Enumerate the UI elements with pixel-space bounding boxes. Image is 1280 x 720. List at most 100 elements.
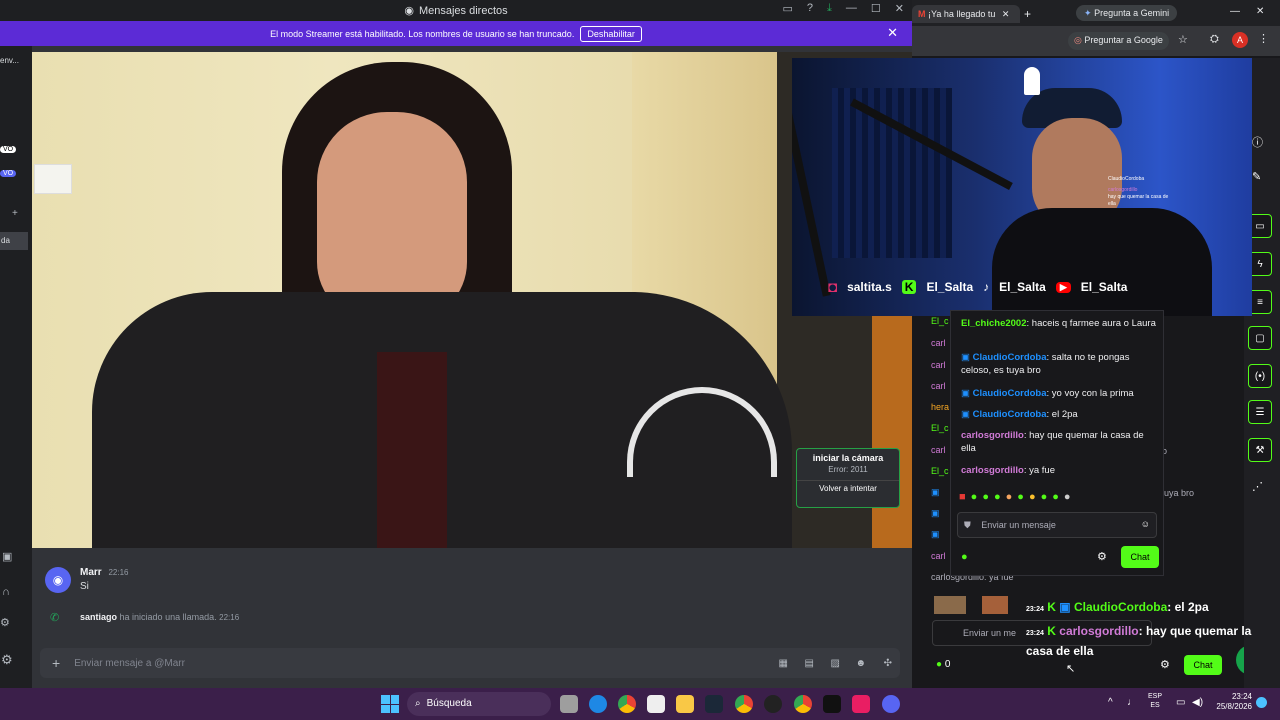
sticker-icon[interactable]: ▨ [831,658,840,669]
new-tab-button[interactable]: + [1024,7,1031,21]
chat-bubble-icon[interactable]: ▢ [1248,326,1272,350]
emote-icon[interactable]: ● [994,491,1001,507]
chat-input-placeholder[interactable]: Enviar un me [963,628,1016,638]
task-view-icon[interactable] [560,695,578,713]
stream-preview[interactable]: ClaudioCordoba carlosgordillo hay que qu… [792,58,1252,316]
help-icon[interactable]: ? [807,2,813,15]
chat-username[interactable]: carlosgordillo [961,465,1024,476]
close-button[interactable]: ✕ [895,2,904,15]
retry-button[interactable]: Volver a intentar [797,480,899,493]
sidebar-partial-item[interactable]: da [0,232,28,250]
share-icon[interactable]: ⋰ [1252,480,1263,493]
emote-icon[interactable]: ● [971,491,978,507]
gemini-tab[interactable]: Pregunta a Gemini [1094,8,1169,18]
menu-icon[interactable]: ⋮ [1258,32,1269,45]
search-label[interactable]: Búsqueda [427,698,472,709]
kick-points-icon[interactable]: ● [961,551,968,563]
windows-start-icon[interactable] [381,695,399,713]
chat-username[interactable]: El_chiche2002 [961,318,1027,329]
avatar[interactable]: ◉ [45,567,71,593]
github-icon[interactable] [764,695,782,713]
camera-error-title: iniciar la cámara [812,453,884,463]
browser-tab-label[interactable]: ¡Ya ha llegado tu [928,9,995,19]
minimize-button[interactable]: — [1230,6,1240,17]
edit-icon[interactable]: ✎ [1252,170,1261,183]
chat-username[interactable]: ClaudioCordoba [973,409,1047,420]
chrome-icon-2[interactable] [735,695,753,713]
ask-google-button[interactable]: Preguntar a Google [1084,35,1163,45]
chat-send-button[interactable]: Chat [1121,546,1159,568]
chrome-icon[interactable] [618,695,636,713]
close-button[interactable]: ✕ [1256,6,1264,17]
emote-icon[interactable]: ● [1006,491,1013,507]
chat-username[interactable]: ClaudioCordoba [973,352,1047,363]
user-settings-icon[interactable]: ⚙ [1,652,13,668]
video-call-feed[interactable] [32,52,912,548]
volume-icon[interactable]: ◀) [1192,697,1203,708]
message-composer[interactable]: + Enviar mensaje a @Marr ▦ ▤ ▨ ☻ ✣ [40,648,900,678]
chat-username[interactable]: carlosgordillo [961,430,1024,441]
composer-placeholder[interactable]: Enviar mensaje a @Marr [74,658,185,669]
gif-icon[interactable]: ▤ [805,658,814,669]
chat-input[interactable]: ⛊ Enviar un mensaje ☺ [957,512,1157,538]
lang-top[interactable]: ESP [1148,692,1162,701]
clock-date[interactable]: 25/8/2026 [1216,702,1252,712]
attach-plus-icon[interactable]: + [52,655,60,671]
chat-username[interactable]: ClaudioCordoba [973,388,1047,399]
minimize-button[interactable]: — [846,2,857,15]
emote-icon[interactable]: ■ [959,491,966,507]
discord-icon[interactable] [882,695,900,713]
apps-icon[interactable]: ✣ [884,658,892,669]
emote-icon[interactable]: ● [1041,491,1048,507]
headphones-icon[interactable]: ∩ [2,586,10,598]
download-icon[interactable]: ⤓ [827,2,832,15]
chrome-icon-3[interactable] [794,695,812,713]
extensions-icon[interactable]: ⛭ [1210,33,1219,46]
file-explorer-icon[interactable] [676,695,694,713]
tab-close-icon[interactable]: ✕ [1002,9,1010,19]
taskbar-search[interactable]: ⌕ Búsqueda [407,692,551,716]
light-switch [34,164,72,194]
emote-icon[interactable]: ● [1029,491,1036,507]
wrench-icon[interactable]: ⚒ [1248,438,1272,462]
inbox-icon[interactable]: ▭ [783,2,793,15]
clock-time[interactable]: 23:24 [1216,692,1252,702]
emote-icon[interactable]: ● [1052,491,1059,507]
tiktok-icon[interactable] [852,695,870,713]
network-icon[interactable]: ▭ [1176,697,1185,708]
emote-thumb[interactable] [934,596,966,614]
add-dm-icon[interactable]: + [12,208,18,219]
emote-icon[interactable]: ● [1017,491,1024,507]
stack-icon[interactable]: ☰ [1248,400,1272,424]
points-display[interactable]: ● 0 [936,659,950,670]
banner-close-icon[interactable]: ✕ [887,25,898,41]
chat-user-partial: hera [931,402,950,412]
info-icon[interactable]: ⓘ [1252,134,1263,150]
emoji-icon[interactable]: ☺ [1141,519,1150,529]
microphone-icon[interactable]: ♩ [1127,697,1137,708]
browser-toolbar: ◎ Preguntar a Google ☆ ⛭ A ⋮ dores [912,26,1280,68]
message-author[interactable]: Marr [80,567,102,578]
bookmark-star-icon[interactable]: ☆ [1178,33,1188,46]
gift-icon[interactable]: ▦ [779,658,788,669]
steam-icon[interactable] [705,695,723,713]
profile-avatar[interactable]: A [1232,32,1248,48]
edge-icon[interactable] [589,695,607,713]
chat-settings-icon[interactable]: ⚙ [1097,550,1107,563]
emoji-icon[interactable]: ☻ [855,658,866,669]
emote-icon[interactable]: ● [1064,491,1071,507]
capcut-icon[interactable] [823,695,841,713]
disable-streamer-button[interactable]: Deshabilitar [580,25,642,42]
maximize-button[interactable]: ☐ [871,2,881,15]
lang-bottom[interactable]: ES [1148,701,1162,710]
broadcast-icon[interactable]: (•) [1248,364,1272,388]
system-user[interactable]: santiago [80,612,117,622]
chat-input-placeholder[interactable]: Enviar un mensaje [981,520,1056,530]
settings-partial-icon[interactable]: ⚙ [0,616,10,629]
store-icon[interactable] [647,695,665,713]
screen-share-icon[interactable]: ▣ [2,550,12,563]
emote-icon[interactable]: ● [982,491,989,507]
tray-chevron-icon[interactable]: ^ [1108,697,1113,708]
notification-icon[interactable] [1256,697,1267,708]
emote-thumb[interactable] [982,596,1008,614]
